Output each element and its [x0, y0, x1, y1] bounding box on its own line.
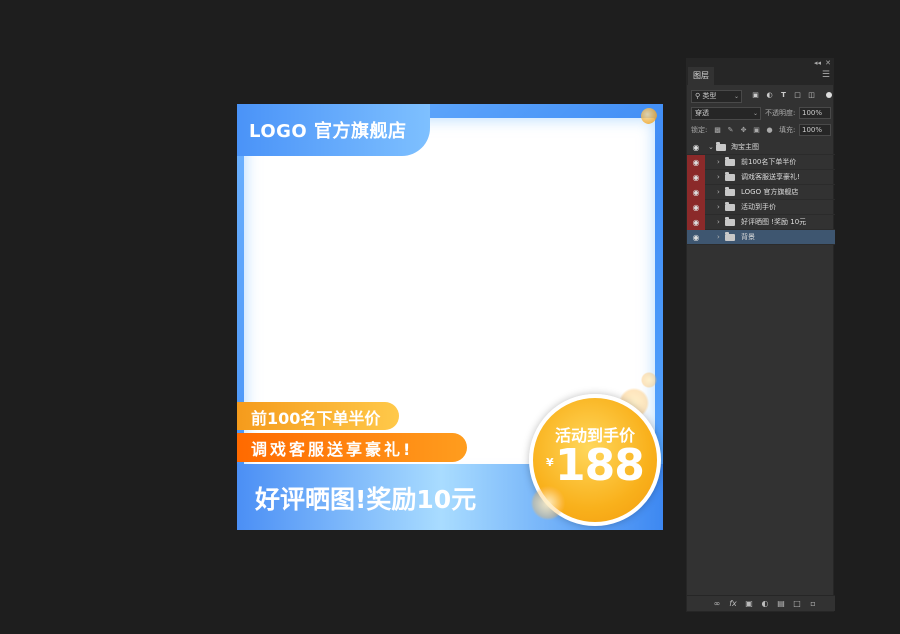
- chevron-right-icon[interactable]: ›: [717, 170, 720, 185]
- layer-name: 调戏客服送享豪礼!: [741, 173, 800, 181]
- type-filter-icon[interactable]: T: [779, 91, 788, 100]
- promo-tag-half-price: 前100名下单半价: [237, 402, 399, 430]
- price-badge-amount: 188: [555, 440, 645, 491]
- filter-kind-label: 类型: [702, 92, 717, 100]
- lock-artboard-icon[interactable]: ▣: [752, 125, 761, 135]
- search-icon: ⚲: [695, 92, 701, 100]
- price-badge-currency: ¥: [546, 456, 554, 469]
- lock-label: 锁定:: [691, 126, 708, 134]
- layer-row[interactable]: ◉ › 好评晒图 !奖励 10元: [687, 215, 835, 230]
- layer-row-group[interactable]: ◉ ⌄ 淘宝主图: [687, 140, 835, 155]
- delete-icon[interactable]: ▫: [808, 599, 818, 609]
- folder-icon: [725, 187, 735, 196]
- layer-name: 背景: [741, 233, 755, 241]
- layer-row[interactable]: ◉ › 调戏客服送享豪礼!: [687, 170, 835, 185]
- panel-menu-icon[interactable]: ☰: [822, 70, 830, 80]
- adjustment-filter-icon[interactable]: ◐: [765, 91, 774, 100]
- folder-icon: [725, 172, 735, 181]
- layer-name: LOGO 官方旗舰店: [741, 188, 799, 196]
- eye-icon[interactable]: ◉: [687, 155, 705, 170]
- lock-brush-icon[interactable]: ✎: [726, 125, 735, 135]
- opacity-value: 100%: [802, 109, 823, 117]
- filter-kind-select[interactable]: ⚲ 类型 ⌄: [691, 90, 742, 103]
- chevron-down-icon: ⌄: [752, 110, 758, 117]
- lock-transparent-icon[interactable]: ▩: [713, 125, 722, 135]
- blend-mode-select[interactable]: 穿透 ⌄: [691, 107, 761, 120]
- eye-icon[interactable]: ◉: [687, 215, 705, 230]
- eye-icon[interactable]: ◉: [687, 230, 705, 245]
- eye-icon[interactable]: ◉: [687, 185, 705, 200]
- link-icon[interactable]: ∞: [712, 599, 722, 609]
- tab-layers[interactable]: 图层: [688, 67, 714, 85]
- panel-tab-row: 图层 ☰: [687, 67, 833, 85]
- lock-row: 锁定: ▩ ✎ ✥ ▣ ● 填充: 100%: [687, 124, 835, 137]
- chevron-down-icon: ⌄: [733, 93, 739, 100]
- close-icon[interactable]: ✕: [825, 59, 831, 67]
- lock-move-icon[interactable]: ✥: [739, 125, 748, 135]
- canvas-artboard[interactable]: LOGO 官方旗舰店 前100名下单半价 调戏客服送享豪礼! 好评晒图!奖励10…: [237, 104, 663, 530]
- double-chevron-icon[interactable]: ◂◂: [814, 59, 821, 67]
- folder-icon: [725, 157, 735, 166]
- chevron-right-icon[interactable]: ›: [717, 230, 720, 245]
- layer-name: 淘宝主图: [731, 143, 759, 151]
- layer-filter-row: ⚲ 类型 ⌄ ▣ ◐ T □ ◫: [687, 90, 835, 104]
- chevron-right-icon[interactable]: ›: [717, 155, 720, 170]
- chevron-down-icon[interactable]: ⌄: [708, 140, 714, 155]
- shape-filter-icon[interactable]: □: [793, 91, 802, 100]
- layer-name: 好评晒图 !奖励 10元: [741, 218, 807, 226]
- folder-icon: [725, 202, 735, 211]
- folder-icon: [725, 217, 735, 226]
- folder-icon: [716, 142, 726, 151]
- bokeh-decoration: [641, 372, 657, 388]
- chevron-right-icon[interactable]: ›: [717, 215, 720, 230]
- folder-icon: [725, 232, 735, 241]
- fill-field[interactable]: 100%: [799, 124, 831, 136]
- layer-name: 前100名下单半价: [741, 158, 797, 166]
- filter-toggle-icon[interactable]: [826, 92, 832, 98]
- bokeh-decoration: [531, 486, 565, 520]
- promo-tag-half-price-text: 前100名下单半价: [251, 409, 381, 428]
- layers-panel: ◂◂ ✕ 图层 ☰ ⚲ 类型 ⌄ ▣ ◐ T □ ◫ 穿透 ⌄ 不透明度: 10…: [686, 58, 835, 612]
- smart-object-filter-icon[interactable]: ◫: [807, 91, 816, 100]
- logo-tab: LOGO 官方旗舰店: [237, 104, 430, 156]
- mask-icon[interactable]: ▣: [744, 599, 754, 609]
- layer-list: ◉ ⌄ 淘宝主图 ◉ › 前100名下单半价 ◉ › 调戏客服送享豪礼! ◉ ›…: [687, 140, 835, 245]
- chevron-right-icon[interactable]: ›: [717, 200, 720, 215]
- eye-icon[interactable]: ◉: [687, 200, 705, 215]
- layers-footer-toolbar: ∞ fx ▣ ◐ ▤ □ ▫: [687, 595, 835, 611]
- bottom-banner-text: 好评晒图!奖励10元: [255, 485, 477, 514]
- adjustment-icon[interactable]: ◐: [760, 599, 770, 609]
- panel-titlebar: ◂◂ ✕: [687, 59, 833, 67]
- fx-icon[interactable]: fx: [728, 599, 738, 609]
- layer-name: 活动到手价: [741, 203, 776, 211]
- eye-icon[interactable]: ◉: [687, 170, 705, 185]
- fill-label: 填充:: [779, 126, 796, 134]
- lock-all-icon[interactable]: ●: [765, 125, 774, 135]
- promo-tag-gift: 调戏客服送享豪礼!: [237, 433, 467, 462]
- chevron-right-icon[interactable]: ›: [717, 185, 720, 200]
- blend-row: 穿透 ⌄ 不透明度: 100%: [687, 107, 835, 120]
- layer-row[interactable]: ◉ › 前100名下单半价: [687, 155, 835, 170]
- layer-row-selected[interactable]: ◉ › 背景: [687, 230, 835, 245]
- new-layer-icon[interactable]: □: [792, 599, 802, 609]
- opacity-field[interactable]: 100%: [799, 107, 831, 119]
- eye-icon[interactable]: ◉: [687, 140, 705, 155]
- logo-text: LOGO 官方旗舰店: [249, 121, 407, 142]
- promo-tag-gift-text: 调戏客服送享豪礼!: [251, 440, 414, 459]
- layer-row[interactable]: ◉ › 活动到手价: [687, 200, 835, 215]
- pixel-filter-icon[interactable]: ▣: [751, 91, 760, 100]
- fill-value: 100%: [802, 126, 823, 134]
- blend-mode-value: 穿透: [695, 109, 709, 117]
- opacity-label: 不透明度:: [765, 109, 796, 117]
- bokeh-decoration: [641, 108, 657, 124]
- layer-row[interactable]: ◉ › LOGO 官方旗舰店: [687, 185, 835, 200]
- new-group-icon[interactable]: ▤: [776, 599, 786, 609]
